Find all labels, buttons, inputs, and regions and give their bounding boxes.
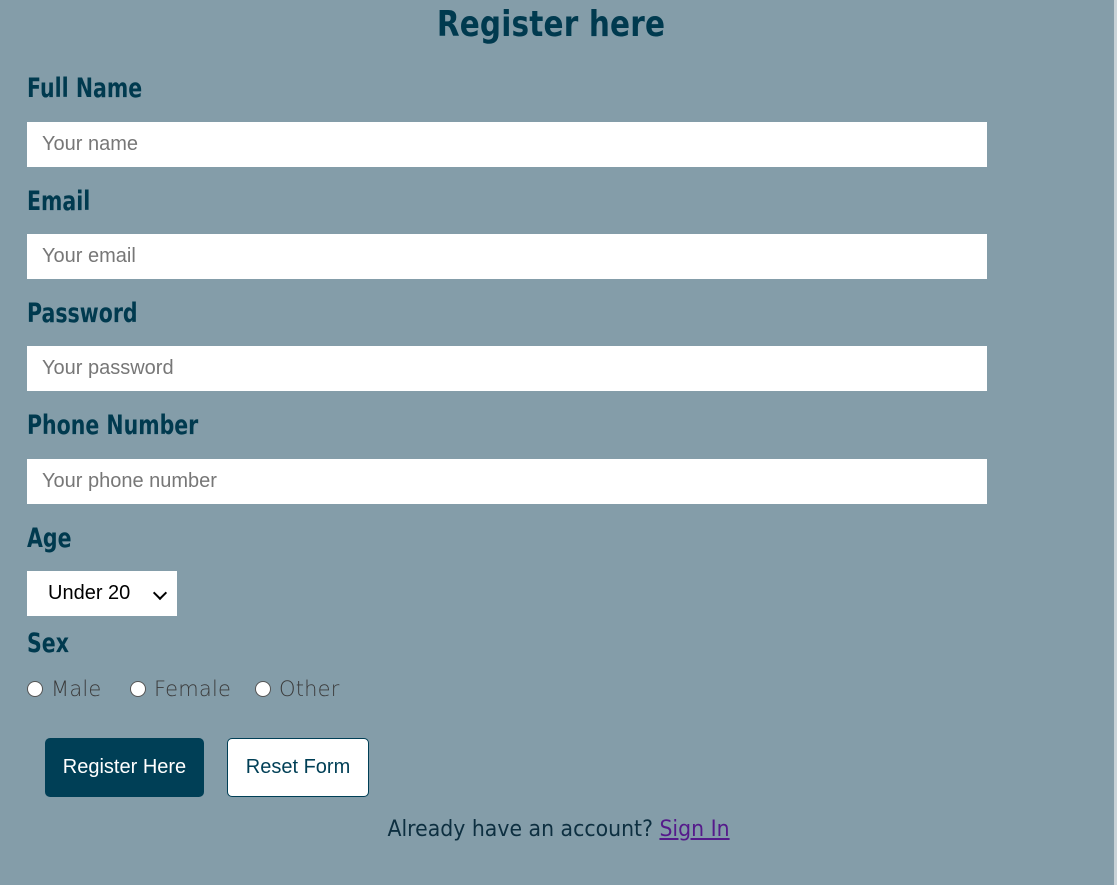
register-page: Register here Full Name Email Password P…: [0, 0, 1117, 885]
sex-option-male[interactable]: Male: [27, 675, 102, 703]
radio-label-other: Other: [279, 677, 340, 701]
age-label: Age: [27, 523, 72, 554]
page-title: Register here: [436, 4, 666, 45]
sex-option-female[interactable]: Female: [130, 675, 231, 703]
sex-option-other[interactable]: Other: [255, 675, 340, 703]
chevron-down-icon: [152, 585, 168, 601]
phone-number-label: Phone Number: [27, 410, 199, 441]
register-button[interactable]: Register Here: [45, 738, 204, 797]
phone-number-input[interactable]: [27, 459, 987, 504]
signin-prompt-text: Already have an account?: [387, 817, 660, 842]
full-name-label: Full Name: [27, 73, 143, 104]
radio-male[interactable]: [27, 681, 43, 697]
full-name-input[interactable]: [27, 122, 987, 167]
reset-form-button[interactable]: Reset Form: [227, 738, 369, 797]
password-input[interactable]: [27, 346, 987, 391]
signin-prompt: Already have an account? Sign In: [39, 817, 1078, 842]
sign-in-link[interactable]: Sign In: [659, 817, 729, 842]
radio-female[interactable]: [130, 681, 146, 697]
radio-label-male: Male: [51, 677, 102, 701]
radio-label-female: Female: [154, 677, 232, 701]
age-select-value: Under 20: [48, 582, 131, 604]
sex-label: Sex: [27, 628, 69, 659]
email-label: Email: [27, 186, 91, 217]
radio-other[interactable]: [255, 681, 271, 697]
email-input[interactable]: [27, 234, 987, 279]
age-select[interactable]: Under 20: [27, 571, 177, 616]
password-label: Password: [27, 298, 138, 329]
